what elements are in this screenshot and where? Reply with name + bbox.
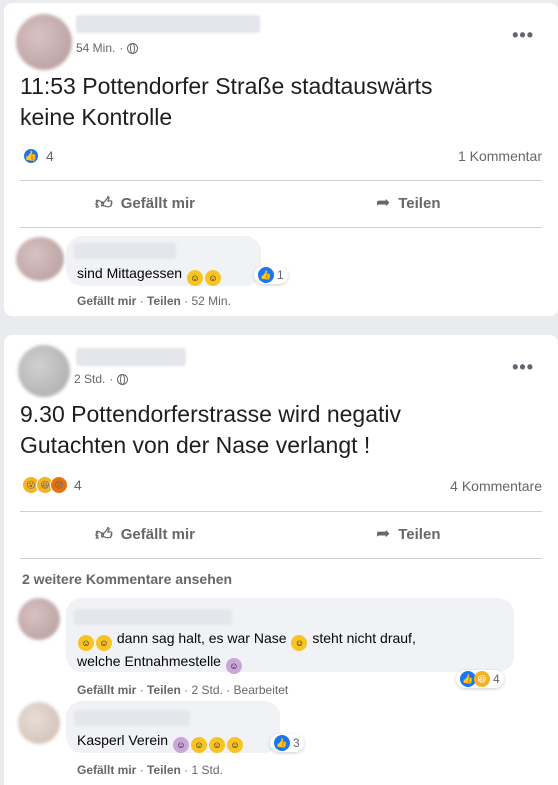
- comment-actions: Gefällt mir · Teilen · 1 Std.: [77, 763, 223, 777]
- grin-emoji-icon: ☺: [190, 737, 207, 753]
- author-avatar[interactable]: [18, 345, 70, 397]
- laughing-emoji-icon: ☺: [208, 737, 225, 753]
- comment-reactions[interactable]: 👍 😆 4: [456, 670, 504, 688]
- see-more-comments-link[interactable]: 2 weitere Kommentare ansehen: [22, 571, 232, 587]
- like-reaction-icon: 👍: [258, 267, 274, 283]
- comment-reactions[interactable]: 👍 1: [254, 266, 288, 284]
- commenter-name-redacted[interactable]: [74, 710, 190, 726]
- commenter-avatar[interactable]: [18, 598, 60, 640]
- post-meta: 2 Std. ·: [74, 372, 129, 386]
- divider: [20, 227, 542, 228]
- comment-like-link[interactable]: Gefällt mir: [77, 763, 136, 777]
- author-avatar[interactable]: [16, 14, 72, 70]
- comment-text: sind Mittagessen ☺ ☺: [77, 263, 222, 286]
- like-reaction-icon: 👍: [22, 147, 40, 165]
- laughing-emoji-icon: ☺: [226, 737, 243, 753]
- comment-text: ☺ ☺ dann sag halt, es war Nase ☺ steht ni…: [77, 628, 416, 674]
- comment-share-link[interactable]: Teilen: [147, 683, 181, 697]
- comment-time[interactable]: 52 Min.: [192, 294, 231, 308]
- globe-icon: [117, 373, 129, 385]
- laughing-emoji-icon: ☺: [96, 635, 112, 651]
- share-arrow-icon: ➦: [376, 193, 391, 212]
- commenter-avatar[interactable]: [18, 702, 60, 744]
- post-time[interactable]: 54 Min.: [76, 41, 115, 55]
- commenter-avatar[interactable]: [16, 237, 64, 281]
- globe-icon: [127, 42, 139, 54]
- comment-share-link[interactable]: Teilen: [147, 763, 181, 777]
- edited-label: Bearbeitet: [233, 683, 289, 697]
- commenter-name-redacted[interactable]: [74, 609, 232, 625]
- commenter-name-redacted[interactable]: [74, 243, 176, 259]
- post-card-2: 2 Std. · ••• 9.30 Pottendorferstrasse wi…: [4, 335, 558, 785]
- thumbs-up-icon: 👍︎: [95, 194, 113, 213]
- more-icon[interactable]: •••: [512, 25, 534, 46]
- reaction-summary[interactable]: 😮 😆 😡 4: [22, 476, 82, 494]
- post-text: 11:53 Pottendorfer Straße stadtauswärts …: [20, 73, 433, 130]
- person-facepalm-emoji-icon: ☺: [172, 737, 189, 753]
- post-text: 9.30 Pottendorferstrasse wird negativ Gu…: [20, 401, 401, 458]
- smirk-emoji-icon: ☺: [291, 635, 308, 651]
- haha-reaction-icon: 😆: [474, 671, 490, 687]
- laughing-emoji-icon: ☺: [78, 635, 94, 651]
- reaction-count: 4: [74, 477, 82, 493]
- angry-reaction-icon: 😡: [50, 476, 68, 494]
- grin-emoji-icon: ☺: [204, 270, 221, 286]
- author-name-redacted[interactable]: [76, 15, 260, 33]
- reaction-summary[interactable]: 👍 4: [22, 147, 54, 165]
- comment-like-link[interactable]: Gefällt mir: [77, 683, 136, 697]
- comment-actions: Gefällt mir · Teilen · 52 Min.: [77, 294, 231, 308]
- reaction-count: 4: [46, 148, 54, 164]
- divider: [20, 558, 542, 559]
- share-arrow-icon: ➦: [376, 524, 391, 543]
- more-icon[interactable]: •••: [512, 357, 534, 378]
- share-button[interactable]: ➦ Teilen: [376, 193, 440, 213]
- comment-share-link[interactable]: Teilen: [147, 294, 181, 308]
- person-facepalm-emoji-icon: ☺: [225, 658, 242, 674]
- comment-actions: Gefällt mir · Teilen · 2 Std. · Bearbeit…: [77, 683, 289, 697]
- comment-reactions[interactable]: 👍 3: [270, 734, 304, 752]
- share-button[interactable]: ➦ Teilen: [376, 524, 440, 544]
- like-button[interactable]: 👍︎ Gefällt mir: [95, 524, 195, 545]
- comment-time[interactable]: 2 Std.: [192, 683, 223, 697]
- comment-like-link[interactable]: Gefällt mir: [77, 294, 136, 308]
- post-meta: 54 Min. ·: [76, 41, 139, 55]
- post-card-1: 54 Min. · ••• 11:53 Pottendorfer Straße …: [4, 3, 558, 316]
- comment-count[interactable]: 1 Kommentar: [458, 148, 542, 164]
- comment-time[interactable]: 1 Std.: [192, 763, 223, 777]
- author-name-redacted[interactable]: [76, 348, 186, 366]
- grin-emoji-icon: ☺: [186, 270, 203, 286]
- comment-text: Kasperl Verein ☺ ☺ ☺ ☺: [77, 730, 244, 753]
- comment-count[interactable]: 4 Kommentare: [450, 478, 542, 494]
- thumbs-up-icon: 👍︎: [95, 525, 113, 544]
- divider: [20, 180, 542, 181]
- like-reaction-icon: 👍: [274, 735, 290, 751]
- divider: [20, 511, 542, 512]
- like-button[interactable]: 👍︎ Gefällt mir: [95, 193, 195, 214]
- post-time[interactable]: 2 Std.: [74, 372, 105, 386]
